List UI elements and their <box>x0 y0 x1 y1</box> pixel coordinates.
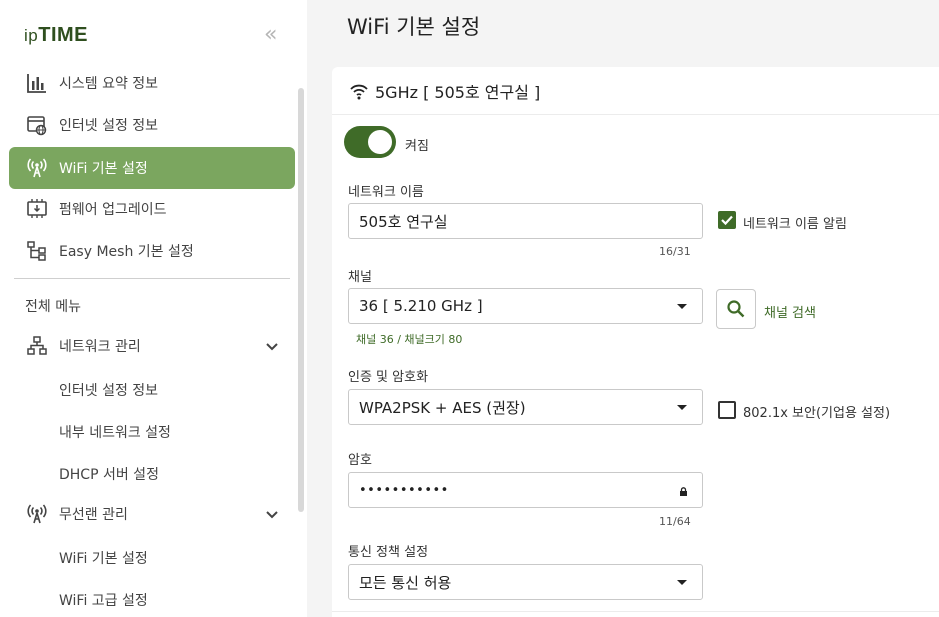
sidebar: ipTIME « 시스템 요약 정보 인터넷 설정 정보 WiFi 기본 설정 … <box>0 0 307 617</box>
card-header: 5GHz [ 505호 연구실 ] <box>332 67 939 115</box>
lock-icon[interactable] <box>679 487 688 496</box>
sidebar-subitem-wifi-basic[interactable]: WiFi 기본 설정 <box>59 548 148 568</box>
chevron-down-icon[interactable] <box>263 338 281 356</box>
network-name-value: 505호 연구실 <box>359 212 448 231</box>
sidebar-scrollbar[interactable] <box>298 88 304 512</box>
channel-hint: 채널 36 / 채널크기 80 <box>356 333 463 346</box>
auth-label: 인증 및 암호화 <box>348 370 429 385</box>
network-name-input[interactable]: 505호 연구실 <box>348 203 703 239</box>
sidebar-item-easy-mesh[interactable]: Easy Mesh 기본 설정 <box>9 230 295 272</box>
all-menu-title: 전체 메뉴 <box>25 299 81 315</box>
card-header-title: 5GHz [ 505호 연구실 ] <box>375 82 541 102</box>
sidebar-item-internet-info[interactable]: 인터넷 설정 정보 <box>9 104 295 146</box>
enterprise-security-label: 802.1x 보안(기업용 설정) <box>743 406 891 421</box>
wifi-antenna-icon <box>25 156 49 180</box>
sidebar-group-network[interactable]: 네트워크 관리 <box>9 325 295 367</box>
wifi-power-toggle[interactable] <box>344 126 396 158</box>
wifi-settings-card: 5GHz [ 505호 연구실 ] 켜짐 네트워크 이름 505호 연구실 16… <box>332 67 939 617</box>
web-settings-icon <box>25 113 49 137</box>
sidebar-subitem-internet-info[interactable]: 인터넷 설정 정보 <box>59 380 158 400</box>
sidebar-item-label: 펌웨어 업그레이드 <box>59 202 167 218</box>
sidebar-divider <box>14 278 290 279</box>
sidebar-item-label: 시스템 요약 정보 <box>59 76 159 92</box>
toggle-knob <box>368 130 392 154</box>
auth-select[interactable]: WPA2PSK + AES (권장) <box>348 389 703 425</box>
mesh-tree-icon <box>25 239 49 263</box>
sidebar-item-label: Easy Mesh 기본 설정 <box>59 244 194 260</box>
dropdown-caret-icon <box>677 304 687 309</box>
sidebar-group-label: 무선랜 관리 <box>59 507 128 523</box>
password-value: ••••••••••• <box>359 482 449 498</box>
channel-search-button[interactable] <box>716 289 756 329</box>
sidebar-item-firmware[interactable]: 펌웨어 업그레이드 <box>9 188 295 230</box>
auth-value: WPA2PSK + AES (권장) <box>359 398 526 417</box>
search-icon <box>727 300 745 318</box>
dropdown-caret-icon <box>677 580 687 585</box>
sidebar-item-system-summary[interactable]: 시스템 요약 정보 <box>9 62 295 104</box>
sidebar-item-wifi-basic[interactable]: WiFi 기본 설정 <box>9 147 295 189</box>
iptime-logo[interactable]: ipTIME <box>24 24 88 47</box>
enterprise-security-checkbox[interactable] <box>718 401 736 419</box>
sidebar-item-label: WiFi 기본 설정 <box>59 161 148 177</box>
sidebar-subitem-lan-settings[interactable]: 내부 네트워크 설정 <box>59 422 171 442</box>
network-icon <box>25 334 49 358</box>
channel-value: 36 [ 5.210 GHz ] <box>359 297 483 315</box>
network-name-counter: 16/31 <box>659 245 691 258</box>
network-name-label: 네트워크 이름 <box>348 185 424 200</box>
dropdown-caret-icon <box>677 405 687 410</box>
sidebar-group-label: 네트워크 관리 <box>59 339 141 355</box>
toggle-label: 켜짐 <box>405 139 429 154</box>
sidebar-subitem-dhcp[interactable]: DHCP 서버 설정 <box>59 464 159 484</box>
channel-search-label[interactable]: 채널 검색 <box>764 302 816 321</box>
sidebar-subitem-wifi-advanced[interactable]: WiFi 고급 설정 <box>59 590 148 610</box>
broadcast-name-label: 네트워크 이름 알림 <box>743 217 847 232</box>
card-divider <box>332 611 939 612</box>
policy-value: 모든 통신 허용 <box>359 573 452 592</box>
checkmark-icon <box>721 215 733 226</box>
password-input[interactable]: ••••••••••• <box>348 472 703 508</box>
wifi-antenna-icon <box>25 502 49 526</box>
broadcast-name-checkbox[interactable] <box>718 211 736 229</box>
collapse-sidebar-icon[interactable]: « <box>264 22 277 47</box>
chevron-down-icon[interactable] <box>263 506 281 524</box>
page-title: WiFi 기본 설정 <box>347 15 481 39</box>
wifi-icon <box>350 84 368 99</box>
channel-select[interactable]: 36 [ 5.210 GHz ] <box>348 288 703 324</box>
sidebar-group-wireless[interactable]: 무선랜 관리 <box>9 493 295 535</box>
password-counter: 11/64 <box>659 515 691 528</box>
policy-label: 통신 정책 설정 <box>348 545 429 560</box>
firmware-chip-icon <box>25 197 49 221</box>
bar-chart-icon <box>25 71 49 95</box>
channel-label: 채널 <box>348 270 372 285</box>
password-label: 암호 <box>348 453 372 468</box>
sidebar-item-label: 인터넷 설정 정보 <box>59 118 159 134</box>
policy-select[interactable]: 모든 통신 허용 <box>348 564 703 600</box>
